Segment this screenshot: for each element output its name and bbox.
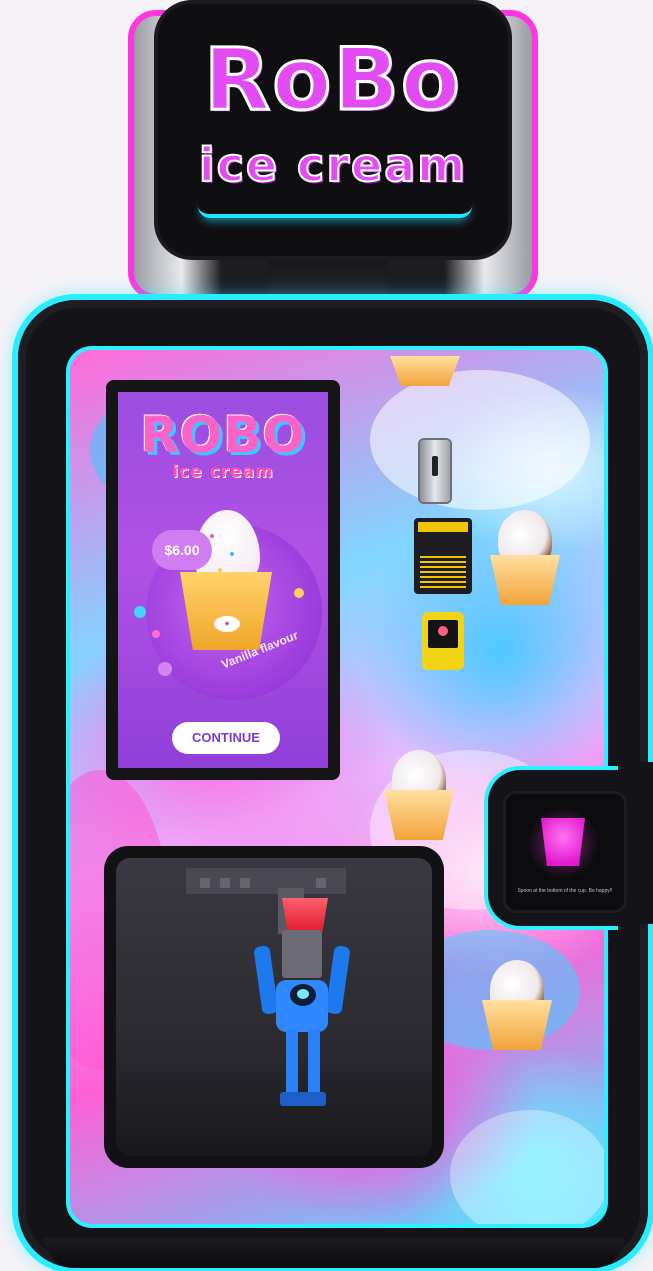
ceiling-light (240, 878, 250, 888)
card-reader-indicator (438, 626, 448, 636)
robot-arm-left (253, 945, 279, 1015)
decor-cup (482, 1000, 552, 1050)
decor-ball (158, 662, 172, 676)
cup-logo: ◆ (214, 616, 240, 632)
robot-base (280, 1092, 326, 1106)
decor-cup (390, 356, 460, 386)
sprinkle (230, 552, 234, 556)
bill-acceptor-mouth (418, 522, 468, 532)
continue-button[interactable]: CONTINUE (172, 722, 280, 754)
decor-ball (294, 588, 304, 598)
robot-window (116, 858, 432, 1156)
decor-ball (152, 630, 160, 638)
swirl-highlight (370, 370, 590, 510)
sign-subtitle: ice cream (198, 138, 468, 192)
price-badge: $6.00 (152, 530, 212, 570)
robot-floor (116, 1048, 432, 1156)
ceiling-light (220, 878, 230, 888)
sign-underline (198, 196, 472, 218)
touchscreen[interactable]: ROBO ice cream ◆ $6.00 Vanilla flavour C… (118, 392, 328, 768)
ice-cream-cup (180, 572, 272, 650)
decor-cup (384, 790, 454, 840)
robot-eye-icon (297, 989, 309, 999)
robot-legs (286, 1030, 320, 1094)
ceiling-light (316, 878, 326, 888)
screen-brand-subtitle: ice cream (172, 462, 274, 482)
decor-cup (490, 555, 560, 605)
decor-ball (134, 606, 146, 618)
robot-arm-right (325, 945, 351, 1015)
swirl-white-low (450, 1110, 604, 1224)
sign-title: RoBo (203, 30, 462, 130)
pickup-instructions: Spoon at the bottom of the cup. Be happy… (517, 888, 613, 894)
sprinkle (218, 568, 222, 572)
robot-head (282, 930, 322, 978)
screen-brand-title: ROBO (140, 406, 306, 464)
ceiling-light (200, 878, 210, 888)
robot-held-cup (282, 898, 328, 932)
sprinkle (210, 534, 214, 538)
coin-slot-opening (432, 456, 438, 476)
cabinet-base (44, 1238, 624, 1268)
bill-acceptor-guide (420, 554, 466, 588)
